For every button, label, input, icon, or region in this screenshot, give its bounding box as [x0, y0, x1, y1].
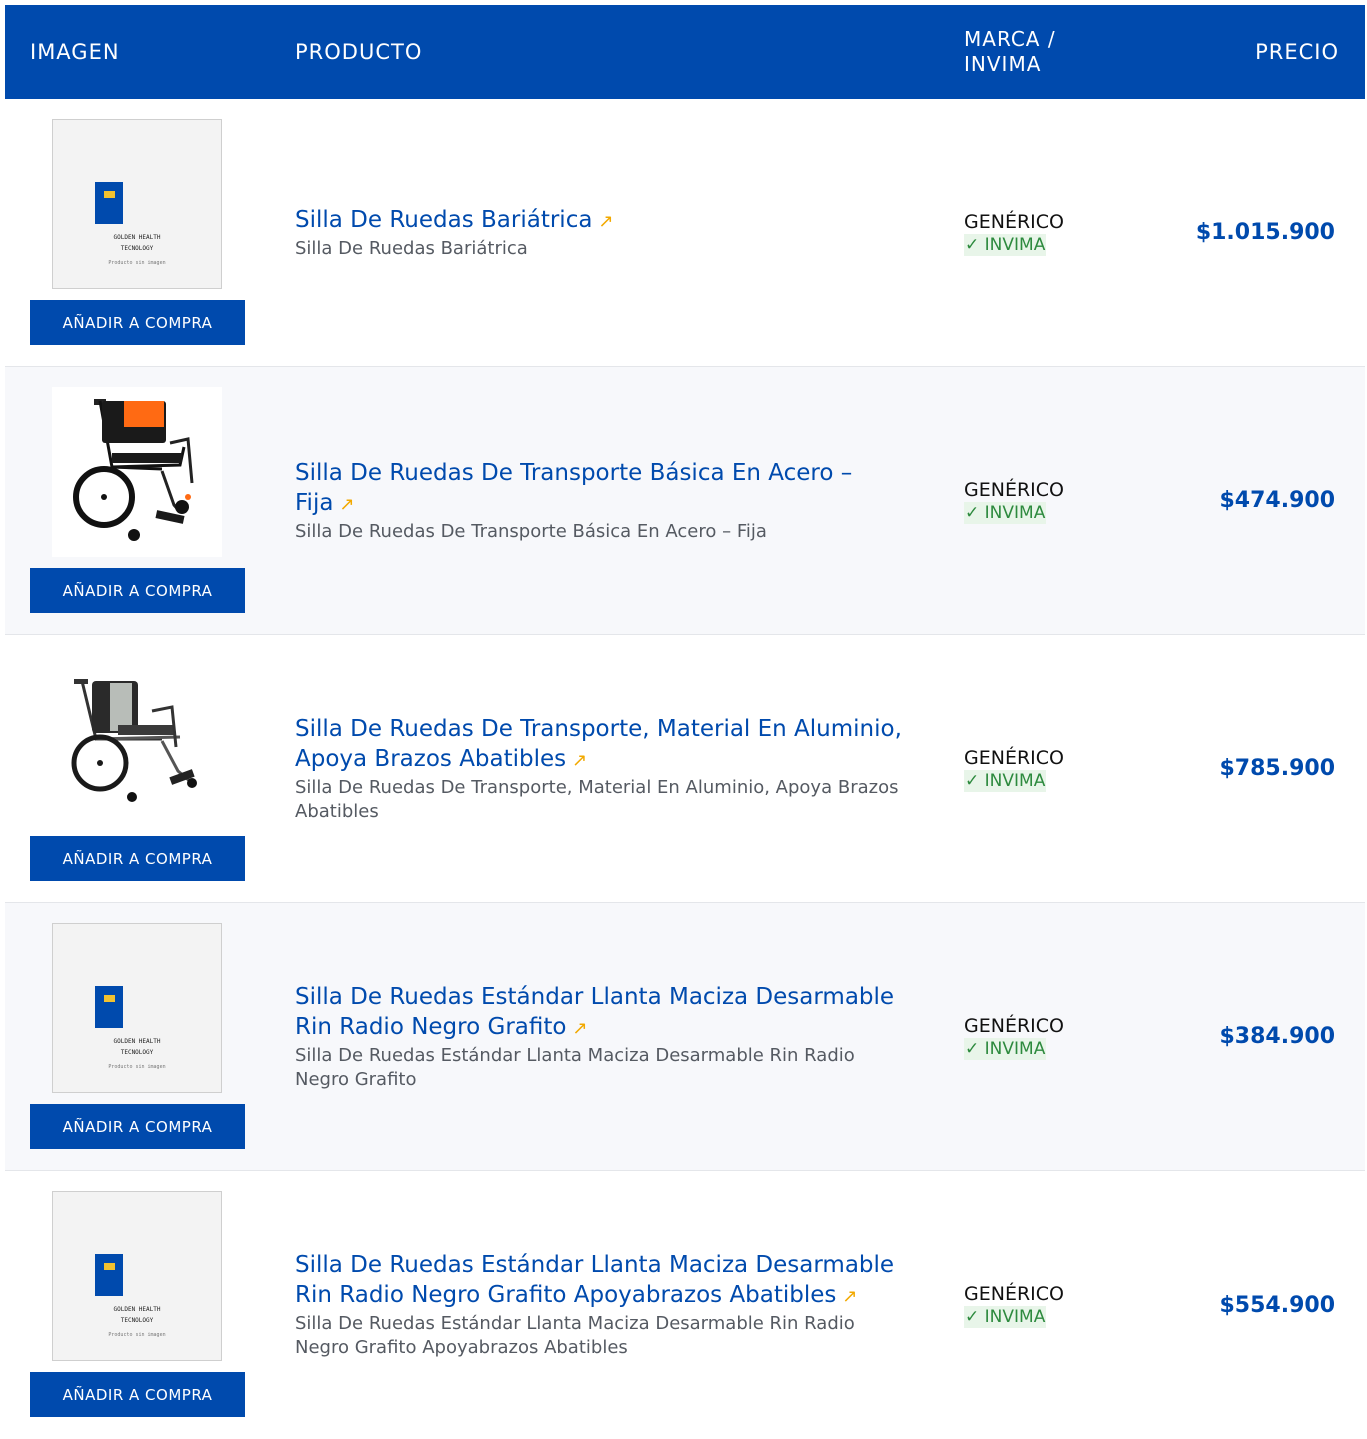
product-subtitle: Silla De Ruedas De Transporte, Material … — [295, 776, 899, 822]
external-link-icon[interactable]: ↗ — [598, 211, 613, 232]
add-to-purchase-button[interactable]: AÑADIR A COMPRA — [30, 1372, 245, 1417]
placeholder-logo-icon — [95, 1254, 123, 1296]
image-cell: GOLDEN HEALTH TECNOLOGY Producto sin ima… — [5, 1171, 270, 1439]
header-product: PRODUCTO — [295, 40, 423, 64]
table-row: AÑADIR A COMPRA Silla De Ruedas De Trans… — [5, 367, 1365, 635]
product-title[interactable]: Silla De Ruedas De Transporte, Material … — [295, 716, 902, 772]
product-image[interactable] — [52, 387, 222, 557]
product-price: $384.900 — [1219, 1024, 1335, 1049]
add-to-purchase-button[interactable]: AÑADIR A COMPRA — [30, 300, 245, 345]
brand-name: GENÉRICO — [964, 210, 1064, 233]
brand-name: GENÉRICO — [964, 746, 1064, 769]
external-link-icon[interactable]: ↗ — [572, 1018, 587, 1039]
product-cell: Silla De Ruedas De Transporte, Material … — [270, 635, 939, 902]
product-title[interactable]: Silla De Ruedas De Transporte Básica En … — [295, 460, 852, 516]
placeholder-logo-icon — [95, 986, 123, 1028]
wheelchair-icon — [71, 679, 197, 802]
price-cell: $474.900 — [1152, 367, 1365, 634]
add-to-purchase-button[interactable]: AÑADIR A COMPRA — [30, 836, 245, 881]
product-cell: Silla De Ruedas Estándar Llanta Maciza D… — [270, 1171, 939, 1439]
add-to-purchase-button[interactable]: AÑADIR A COMPRA — [30, 568, 245, 613]
add-to-purchase-button[interactable]: AÑADIR A COMPRA — [30, 1104, 245, 1149]
product-title-link[interactable]: Silla De Ruedas Estándar Llanta Maciza D… — [295, 982, 914, 1044]
external-link-icon[interactable]: ↗ — [339, 494, 354, 515]
image-cell: GOLDEN HEALTH TECNOLOGY Producto sin ima… — [5, 903, 270, 1170]
price-cell: $1.015.900 — [1152, 99, 1365, 366]
product-image[interactable] — [52, 655, 222, 825]
product-cell: Silla De Ruedas Bariátrica ↗ Silla De Rue… — [270, 99, 939, 366]
external-link-icon[interactable]: ↗ — [842, 1286, 857, 1307]
product-price: $1.015.900 — [1195, 220, 1335, 245]
brand-cell: GENÉRICO ✓ INVIMA — [939, 1171, 1152, 1439]
product-title[interactable]: Silla De Ruedas Estándar Llanta Maciza D… — [295, 984, 894, 1040]
product-title-link[interactable]: Silla De Ruedas De Transporte Básica En … — [295, 458, 914, 520]
product-title-link[interactable]: Silla De Ruedas De Transporte, Material … — [295, 714, 914, 776]
image-cell: AÑADIR A COMPRA — [5, 367, 270, 634]
product-price: $474.900 — [1219, 488, 1335, 513]
product-table: IMAGEN PRODUCTO MARCA / INVIMA PRECIO GO… — [5, 5, 1365, 1439]
brand-cell: GENÉRICO ✓ INVIMA — [939, 635, 1152, 902]
price-cell: $554.900 — [1152, 1171, 1365, 1439]
product-title[interactable]: Silla De Ruedas Estándar Llanta Maciza D… — [295, 1252, 894, 1308]
brand-cell: GENÉRICO ✓ INVIMA — [939, 367, 1152, 634]
image-cell: GOLDEN HEALTH TECNOLOGY Producto sin ima… — [5, 99, 270, 366]
placeholder-brand: GOLDEN HEALTH TECNOLOGY — [113, 234, 161, 252]
product-title[interactable]: Silla De Ruedas Bariátrica — [295, 207, 592, 233]
invima-badge: ✓ INVIMA — [964, 501, 1047, 524]
placeholder-note: Producto sin imagen — [108, 260, 166, 266]
table-row: GOLDEN HEALTH TECNOLOGY Producto sin ima… — [5, 903, 1365, 1171]
invima-badge: ✓ INVIMA — [964, 1306, 1047, 1328]
product-cell: Silla De Ruedas De Transporte Básica En … — [270, 367, 939, 634]
brand-name: GENÉRICO — [964, 1014, 1064, 1037]
brand-name: GENÉRICO — [964, 1283, 1064, 1305]
product-image-placeholder[interactable]: GOLDEN HEALTH TECNOLOGY Producto sin ima… — [52, 923, 222, 1093]
placeholder-brand: GOLDEN HEALTH TECNOLOGY — [113, 1038, 161, 1056]
image-cell: AÑADIR A COMPRA — [5, 635, 270, 902]
product-image-placeholder[interactable]: GOLDEN HEALTH TECNOLOGY Producto sin ima… — [52, 119, 222, 289]
product-subtitle: Silla De Ruedas Estándar Llanta Maciza D… — [295, 1044, 855, 1090]
table-row: GOLDEN HEALTH TECNOLOGY Producto sin ima… — [5, 99, 1365, 367]
placeholder-logo-icon — [95, 182, 123, 224]
product-price: $554.900 — [1219, 1292, 1335, 1318]
table-header: IMAGEN PRODUCTO MARCA / INVIMA PRECIO — [5, 5, 1365, 99]
product-image-placeholder[interactable]: GOLDEN HEALTH TECNOLOGY Producto sin ima… — [52, 1191, 222, 1361]
product-subtitle: Silla De Ruedas Estándar Llanta Maciza D… — [295, 1313, 855, 1358]
brand-name: GENÉRICO — [964, 478, 1064, 501]
product-price: $785.900 — [1219, 756, 1335, 781]
external-link-icon[interactable]: ↗ — [572, 750, 587, 771]
brand-cell: GENÉRICO ✓ INVIMA — [939, 903, 1152, 1170]
header-price: PRECIO — [1255, 40, 1339, 64]
invima-badge: ✓ INVIMA — [964, 769, 1047, 792]
table-row: GOLDEN HEALTH TECNOLOGY Producto sin ima… — [5, 1171, 1365, 1439]
product-title-link[interactable]: Silla De Ruedas Bariátrica ↗ — [295, 205, 914, 237]
header-image: IMAGEN — [30, 40, 120, 64]
product-title-link[interactable]: Silla De Ruedas Estándar Llanta Maciza D… — [295, 1250, 914, 1312]
invima-badge: ✓ INVIMA — [964, 1037, 1047, 1060]
header-brand-invima: MARCA / INVIMA — [964, 27, 1056, 76]
wheelchair-icon — [73, 399, 194, 541]
placeholder-brand: GOLDEN HEALTH TECNOLOGY — [113, 1306, 161, 1324]
price-cell: $384.900 — [1152, 903, 1365, 1170]
table-row: AÑADIR A COMPRA Silla De Ruedas De Trans… — [5, 635, 1365, 903]
product-subtitle: Silla De Ruedas Bariátrica — [295, 237, 528, 259]
placeholder-note: Producto sin imagen — [108, 1064, 166, 1070]
price-cell: $785.900 — [1152, 635, 1365, 902]
placeholder-note: Producto sin imagen — [108, 1332, 166, 1338]
product-cell: Silla De Ruedas Estándar Llanta Maciza D… — [270, 903, 939, 1170]
invima-badge: ✓ INVIMA — [964, 233, 1047, 256]
brand-cell: GENÉRICO ✓ INVIMA — [939, 99, 1152, 366]
product-subtitle: Silla De Ruedas De Transporte Básica En … — [295, 520, 767, 542]
